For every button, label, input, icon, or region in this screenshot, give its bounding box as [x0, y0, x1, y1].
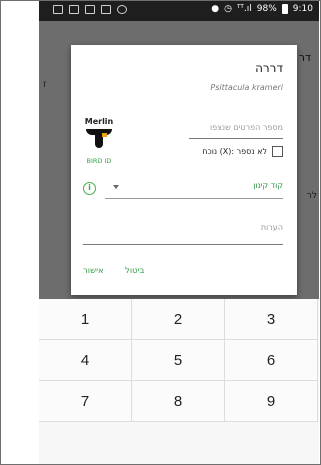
- key-8[interactable]: 8: [132, 381, 225, 422]
- image-icon: [85, 5, 95, 14]
- chevron-down-icon: [113, 185, 119, 189]
- present-not-counted-option[interactable]: נוכח (X): לא נספר: [202, 146, 283, 157]
- ok-button[interactable]: אישור: [83, 266, 104, 276]
- breeding-code-dropdown[interactable]: קוד קינון: [105, 173, 283, 199]
- signal-icon: ᵀᵀ᠎.ıl: [236, 4, 252, 14]
- key-5[interactable]: 5: [132, 340, 225, 381]
- location-icon: ●: [211, 4, 220, 14]
- comments-input[interactable]: הערות: [83, 215, 283, 245]
- key-9[interactable]: 9: [225, 381, 318, 422]
- key-4[interactable]: 4: [39, 340, 132, 381]
- status-bar: ● ◷ ᵀᵀ᠎.ıl 98% 9:10: [39, 1, 319, 21]
- logo-wordmark: Merlin: [84, 117, 114, 126]
- key-7[interactable]: 7: [39, 381, 132, 422]
- key-1[interactable]: 1: [39, 299, 132, 340]
- count-input[interactable]: מספר הפרטים שנצפו: [189, 123, 283, 139]
- status-bar-system: ● ◷ ᵀᵀ᠎.ıl 98% 9:10: [211, 4, 313, 14]
- key-6[interactable]: 6: [225, 340, 318, 381]
- key-3[interactable]: 3: [225, 299, 318, 340]
- merlin-logo: Merlin BIRD ID: [77, 117, 121, 165]
- instagram-icon: [117, 5, 127, 14]
- mail-icon: [53, 5, 63, 14]
- battery-percent: 98%: [256, 4, 277, 14]
- alarm-icon: ◷: [224, 4, 232, 14]
- present-label: נוכח (X): לא נספר: [202, 147, 267, 156]
- bird-logo-icon: [86, 129, 112, 149]
- status-bar-notification-icons: [53, 5, 127, 14]
- observation-dialog: דררה Psittacula krameri Merlin BIRD ID מ…: [71, 45, 297, 295]
- info-icon[interactable]: i: [83, 182, 96, 195]
- scientific-name: Psittacula krameri: [210, 83, 283, 92]
- logo-subtitle: BIRD ID: [86, 157, 112, 165]
- home-icon: [101, 5, 111, 14]
- cast-icon: [69, 5, 79, 14]
- comments-placeholder: הערות: [260, 223, 283, 232]
- cancel-button[interactable]: ביטול: [125, 266, 144, 276]
- clock: 9:10: [292, 4, 313, 14]
- battery-icon: [281, 4, 288, 14]
- present-checkbox[interactable]: [272, 146, 283, 157]
- phone-screen: ● ◷ ᵀᵀ᠎.ıl 98% 9:10 דר ז לר דררה Psittac…: [39, 1, 319, 464]
- species-title: דררה: [255, 61, 283, 75]
- key-2[interactable]: 2: [132, 299, 225, 340]
- screenshot-frame: ● ◷ ᵀᵀ᠎.ıl 98% 9:10 דר ז לר דררה Psittac…: [0, 0, 321, 465]
- numeric-keypad: 1 2 3 4 5 6 7 8 9: [39, 299, 319, 464]
- breeding-code-label: קוד קינון: [253, 181, 283, 190]
